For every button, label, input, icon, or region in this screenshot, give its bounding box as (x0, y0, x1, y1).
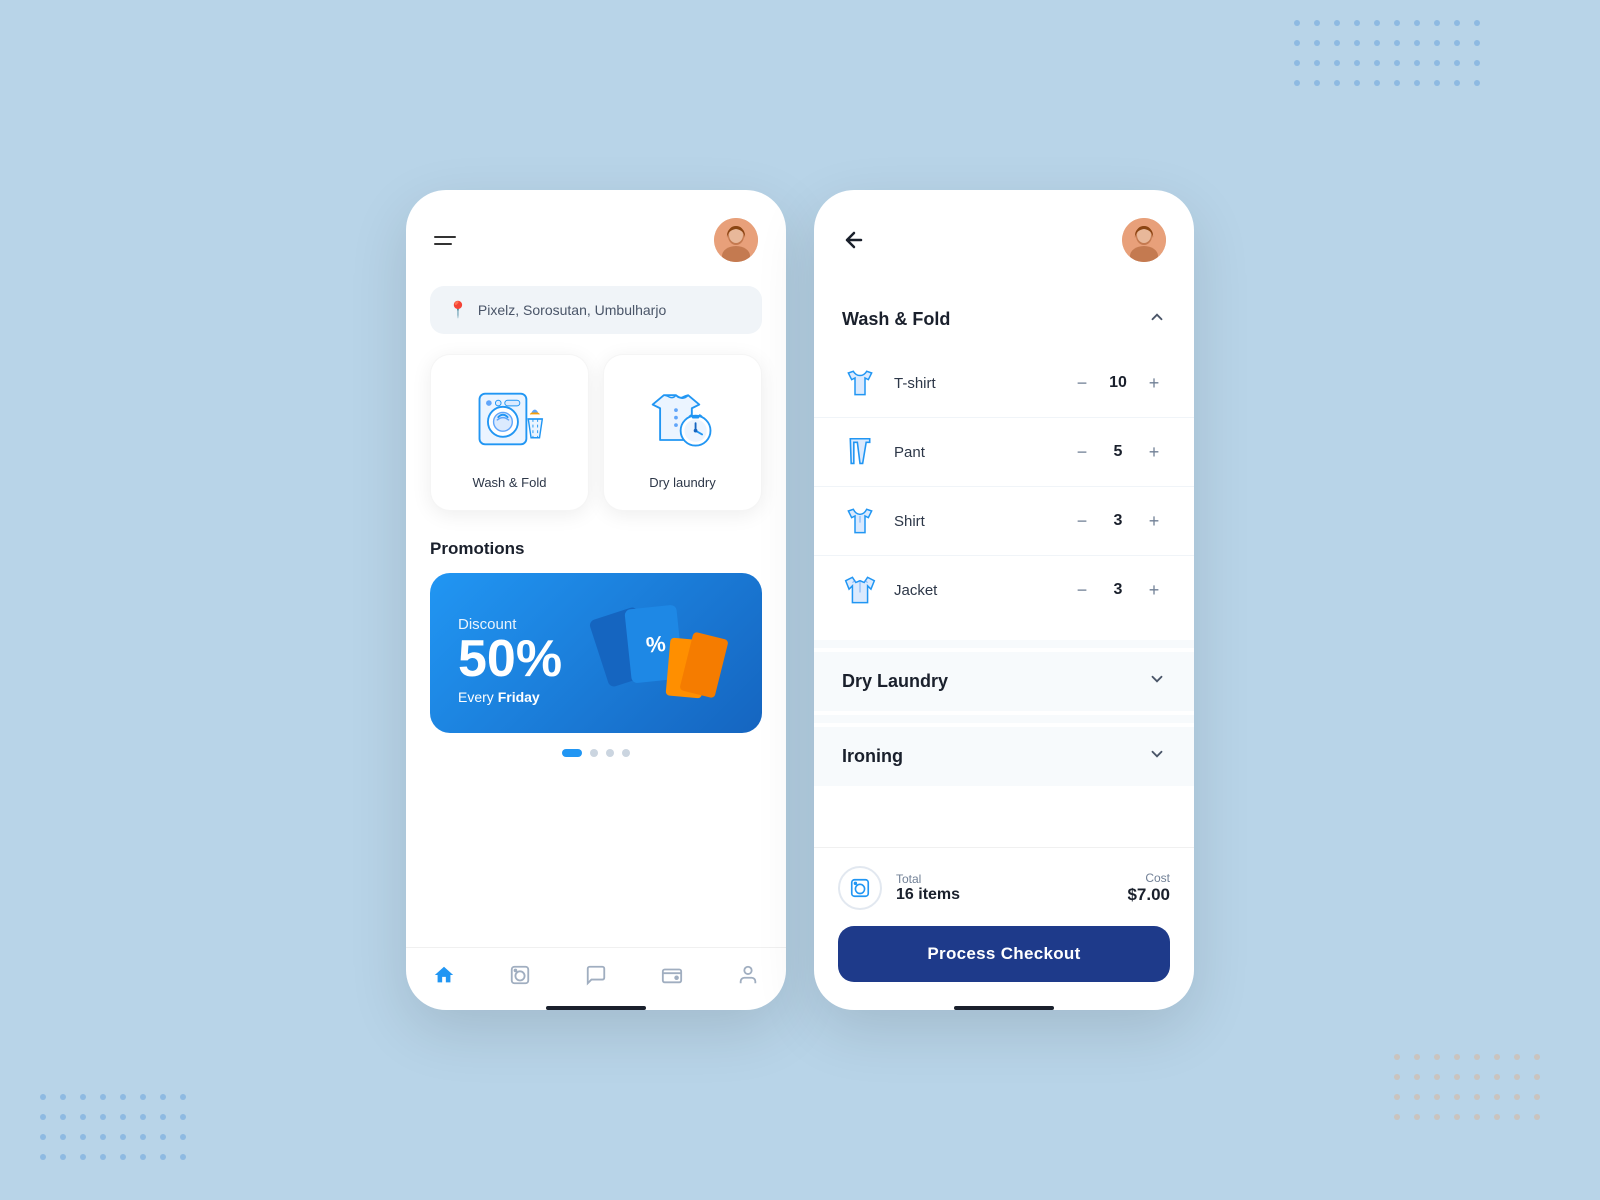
page-dot-3[interactable] (606, 749, 614, 757)
total-items: 16 items (896, 886, 960, 904)
section-divider2 (814, 715, 1194, 723)
pant-icon (842, 434, 878, 470)
avatar-checkout[interactable] (1122, 218, 1166, 262)
location-pin-icon: 📍 (448, 300, 468, 320)
phones-wrapper: 📍 Pixelz, Sorosutan, Umbulharjo (406, 190, 1194, 1010)
checkout-footer: Total 16 items Cost $7.00 Process Checko… (814, 847, 1194, 994)
home-header (406, 190, 786, 278)
page-dot-4[interactable] (622, 749, 630, 757)
wash-fold-icon (470, 379, 550, 459)
laundry-icon (838, 866, 882, 910)
shirt-qty: 3 (1108, 512, 1128, 530)
services-row: Wash & Fold (406, 354, 786, 511)
wash-fold-items: T-shirt − 10 + (814, 349, 1194, 636)
service-card-dry-laundry[interactable]: Dry laundry (603, 354, 762, 511)
dry-laundry-header[interactable]: Dry Laundry (814, 652, 1194, 711)
tshirt-name: T-shirt (894, 375, 1054, 392)
pant-minus[interactable]: − (1070, 440, 1094, 464)
tshirt-plus[interactable]: + (1142, 371, 1166, 395)
promo-percent: 50% (458, 633, 562, 685)
shirt-name: Shirt (894, 513, 1054, 530)
svg-text:%: % (645, 631, 667, 658)
item-tshirt: T-shirt − 10 + (814, 353, 1194, 413)
section-divider (814, 640, 1194, 648)
dry-laundry-title: Dry Laundry (842, 671, 948, 692)
phone-checkout: Wash & Fold (814, 190, 1194, 1010)
item-pant: Pant − 5 + (814, 422, 1194, 482)
total-left: Total 16 items (838, 866, 960, 910)
promo-label: Discount (458, 616, 562, 633)
process-checkout-button[interactable]: Process Checkout (838, 926, 1170, 982)
promo-graphic: % (578, 597, 738, 717)
ironing-title: Ironing (842, 746, 903, 767)
cost-value: $7.00 (1127, 885, 1170, 905)
nav-profile[interactable] (737, 964, 759, 986)
accordion: Wash & Fold (814, 278, 1194, 847)
promo-card[interactable]: Discount 50% Every Friday % (430, 573, 762, 733)
total-label: Total (896, 872, 960, 886)
section-wash-fold: Wash & Fold (814, 290, 1194, 636)
service-label-wash-fold: Wash & Fold (473, 475, 547, 490)
home-indicator-2 (954, 1006, 1054, 1010)
avatar[interactable] (714, 218, 758, 262)
jacket-qty-controls: − 3 + (1070, 578, 1166, 602)
nav-laundry[interactable] (509, 964, 531, 986)
tshirt-qty-controls: − 10 + (1070, 371, 1166, 395)
divider (814, 417, 1194, 418)
jacket-qty: 3 (1108, 581, 1128, 599)
jacket-minus[interactable]: − (1070, 578, 1094, 602)
wash-fold-header[interactable]: Wash & Fold (814, 290, 1194, 349)
wash-fold-title: Wash & Fold (842, 309, 950, 330)
total-row: Total 16 items Cost $7.00 (838, 866, 1170, 910)
page-dot-1[interactable] (562, 749, 582, 757)
jacket-icon (842, 572, 878, 608)
location-bar[interactable]: 📍 Pixelz, Sorosutan, Umbulharjo (430, 286, 762, 334)
tshirt-minus[interactable]: − (1070, 371, 1094, 395)
item-jacket: Jacket − 3 + (814, 560, 1194, 620)
shirt-icon (842, 503, 878, 539)
promotions-title: Promotions (406, 539, 786, 573)
service-label-dry: Dry laundry (649, 475, 715, 490)
promo-sub: Every Friday (458, 689, 562, 705)
back-button[interactable] (842, 228, 866, 252)
chevron-down-icon (1148, 670, 1166, 693)
tshirt-qty: 10 (1108, 374, 1128, 392)
pant-qty-controls: − 5 + (1070, 440, 1166, 464)
menu-button[interactable] (434, 236, 456, 245)
ironing-header[interactable]: Ironing (814, 727, 1194, 786)
jacket-name: Jacket (894, 582, 1054, 599)
total-right: Cost $7.00 (1127, 871, 1170, 905)
home-indicator (546, 1006, 646, 1010)
divider (814, 555, 1194, 556)
total-info: Total 16 items (896, 872, 960, 904)
pant-name: Pant (894, 444, 1054, 461)
promo-text: Discount 50% Every Friday (458, 616, 562, 705)
jacket-plus[interactable]: + (1142, 578, 1166, 602)
service-card-wash-fold[interactable]: Wash & Fold (430, 354, 589, 511)
tshirt-icon (842, 365, 878, 401)
pagination-dots (406, 749, 786, 757)
pant-qty: 5 (1108, 443, 1128, 461)
item-shirt: Shirt − 3 + (814, 491, 1194, 551)
divider (814, 486, 1194, 487)
chevron-down-icon-2 (1148, 745, 1166, 768)
nav-home[interactable] (433, 964, 455, 986)
checkout-header (814, 190, 1194, 278)
phone-home: 📍 Pixelz, Sorosutan, Umbulharjo (406, 190, 786, 1010)
section-ironing: Ironing (814, 727, 1194, 786)
nav-chat[interactable] (585, 964, 607, 986)
section-dry-laundry: Dry Laundry (814, 652, 1194, 711)
pant-plus[interactable]: + (1142, 440, 1166, 464)
shirt-plus[interactable]: + (1142, 509, 1166, 533)
cost-label: Cost (1127, 871, 1170, 885)
shirt-minus[interactable]: − (1070, 509, 1094, 533)
bottom-nav (406, 947, 786, 994)
nav-wallet[interactable] (661, 964, 683, 986)
page-dot-2[interactable] (590, 749, 598, 757)
chevron-up-icon (1148, 308, 1166, 331)
shirt-qty-controls: − 3 + (1070, 509, 1166, 533)
dry-laundry-icon (643, 379, 723, 459)
location-text: Pixelz, Sorosutan, Umbulharjo (478, 302, 666, 318)
